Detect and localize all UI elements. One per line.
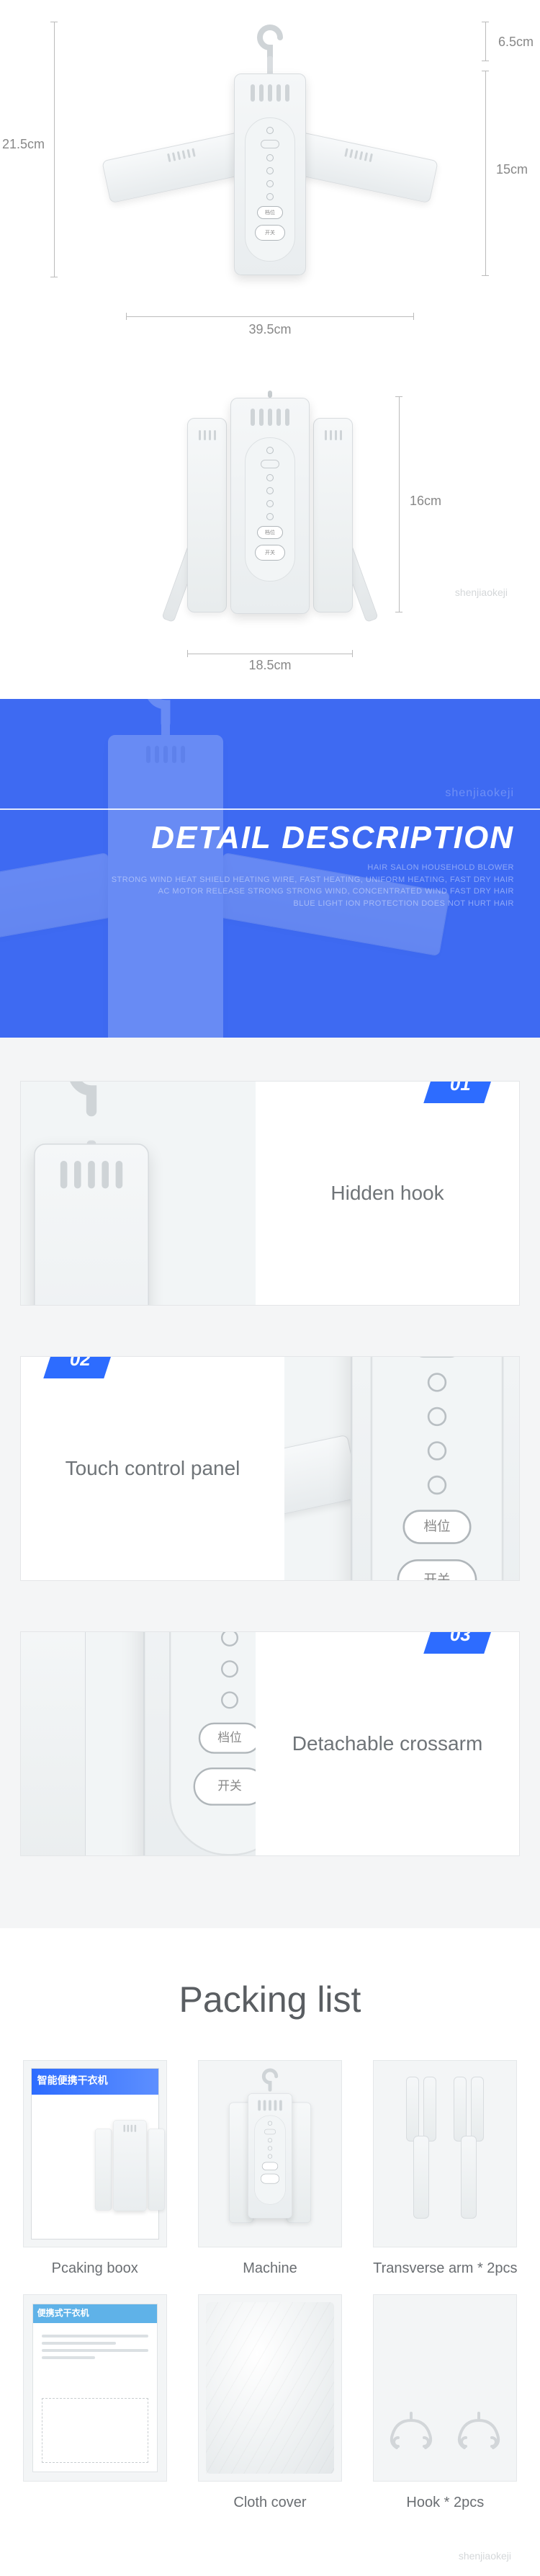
label-open-w: 39.5cm <box>248 322 291 337</box>
pack-thumb-arms <box>373 2060 517 2247</box>
pack-thumb-hooks <box>373 2294 517 2482</box>
banner-subtitle: HAIR SALON HOUSEHOLD BLOWER STRONG WIND … <box>112 862 514 909</box>
measure-open-w <box>126 316 414 317</box>
feature-02-image: 档位开关 <box>284 1357 519 1580</box>
features-section: 01 Hidden hook 02 Touch control panel 档位… <box>0 1038 540 1928</box>
feature-01-text: Hidden hook <box>256 1082 519 1305</box>
measure-total-h <box>54 22 55 277</box>
pack-label-cover: Cloth cover <box>233 2495 306 2511</box>
label-total-h: 21.5cm <box>2 137 45 152</box>
dryer-body: 档位 开关 <box>234 73 306 275</box>
pack-item-hooks: Hook * 2pcs <box>372 2294 518 2511</box>
packing-title: Packing list <box>22 1979 518 2020</box>
pack-thumb-box: 智能便携干衣机 <box>23 2060 167 2247</box>
pack-item-machine: Machine <box>197 2060 343 2277</box>
dimensions-section: 6.5cm 15cm 21.5cm 39.5cm 档位 开关 <box>0 0 540 699</box>
fold-wing-left <box>187 418 227 612</box>
label-hook-h: 6.5cm <box>498 35 534 50</box>
product-folded: 档位 开关 <box>187 375 353 627</box>
label-fold-w: 18.5cm <box>248 658 291 673</box>
open-dimensions: 6.5cm 15cm 21.5cm 39.5cm 档位 开关 <box>68 22 472 331</box>
product-open: 档位 开关 <box>126 22 414 277</box>
packing-grid: 智能便携干衣机 Pcaking boox <box>22 2060 518 2511</box>
feature-03-image: 档位开关 <box>21 1632 256 1855</box>
panel-btn-power: 开关 <box>255 225 285 241</box>
banner-divider <box>0 808 540 810</box>
detail-banner: shenjiaokeji DETAIL DESCRIPTION HAIR SAL… <box>0 699 540 1038</box>
watermark: shenjiaokeji <box>459 2550 511 2562</box>
pack-item-cover: Cloth cover <box>197 2294 343 2511</box>
measure-hook-h <box>485 22 486 61</box>
banner-corner: shenjiaokeji <box>445 787 514 800</box>
fold-body: 档位 开关 <box>230 398 310 614</box>
fold-wing-right <box>313 418 353 612</box>
feature-03-text: Detachable crossarm <box>256 1632 519 1855</box>
measure-fold-h <box>399 396 400 612</box>
feature-03: 03 档位开关 Detachable crossarm <box>20 1631 520 1856</box>
control-panel: 档位 开关 <box>245 117 295 262</box>
fold-knob <box>268 391 272 398</box>
packing-section: Packing list 智能便携干衣机 Pcaking boox <box>0 1928 540 2576</box>
pack-item-manual: 便携式干衣机 . <box>22 2294 168 2511</box>
feature-02: 02 Touch control panel 档位开关 shenjiaokeji <box>20 1356 520 1581</box>
fold-panel-ctrl: 档位 开关 <box>245 437 295 581</box>
folded-dimensions: 16cm 18.5cm 档位 开关 shenjiaokeji <box>155 375 385 663</box>
label-fold-h: 16cm <box>410 494 441 509</box>
pack-label-box: Pcaking boox <box>52 2260 138 2277</box>
watermark: shenjiaokeji <box>455 587 508 598</box>
pack-thumb-manual: 便携式干衣机 <box>23 2294 167 2482</box>
feature-01: 01 Hidden hook <box>20 1081 520 1306</box>
feature-01-image <box>21 1082 256 1305</box>
measure-body-h <box>485 71 486 276</box>
pack-thumb-machine <box>198 2060 342 2247</box>
pack-item-box: 智能便携干衣机 Pcaking boox <box>22 2060 168 2277</box>
pack-label-arms: Transverse arm * 2pcs <box>373 2260 517 2277</box>
pack-label-hooks: Hook * 2pcs <box>406 2495 484 2511</box>
pack-thumb-cover <box>198 2294 342 2482</box>
label-body-h: 15cm <box>496 162 528 177</box>
panel-btn-mode: 档位 <box>257 206 283 219</box>
pack-label-machine: Machine <box>243 2260 297 2277</box>
feature-02-text: Touch control panel <box>21 1357 284 1580</box>
banner-title: DETAIL DESCRIPTION <box>151 820 514 856</box>
pack-item-arms: Transverse arm * 2pcs <box>372 2060 518 2277</box>
